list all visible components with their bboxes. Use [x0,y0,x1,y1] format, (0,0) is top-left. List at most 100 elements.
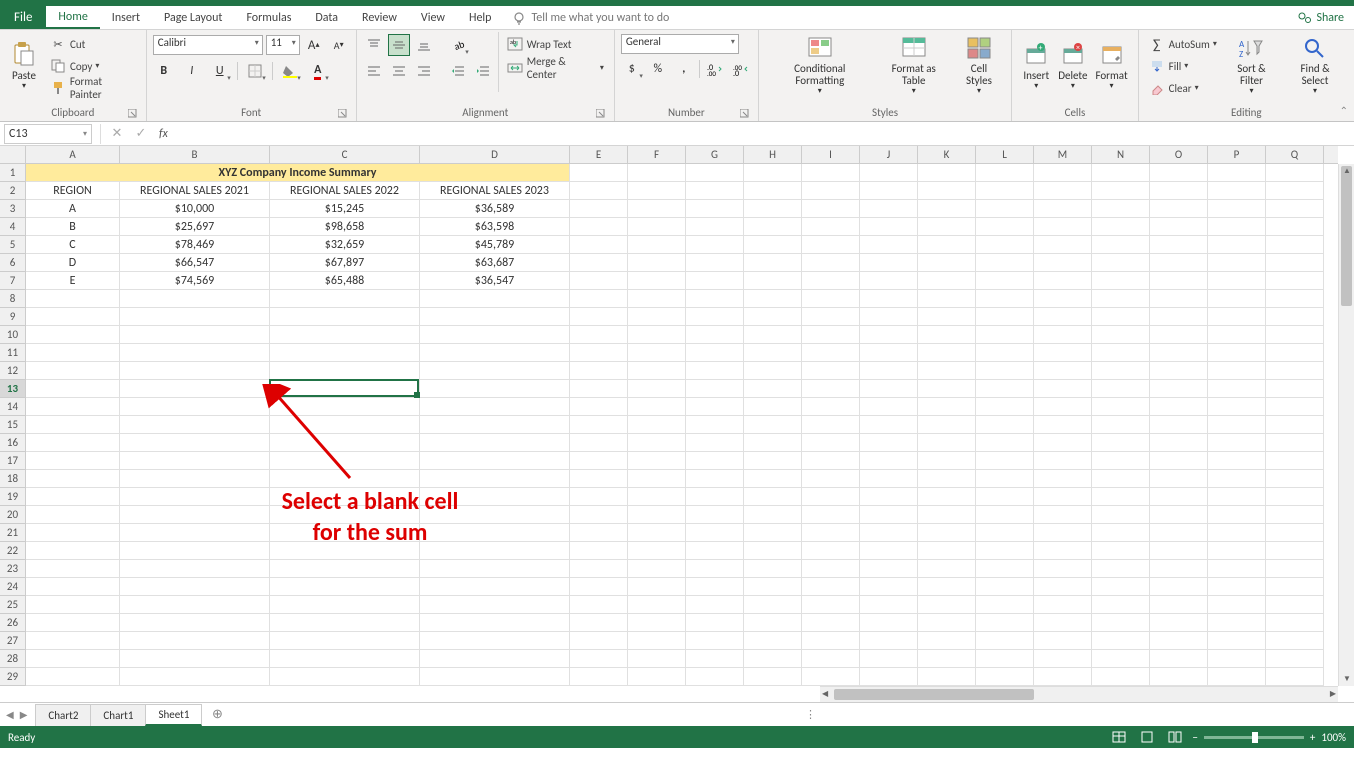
cell[interactable] [26,506,120,524]
cell[interactable]: $78,469 [120,236,270,254]
cell[interactable]: E [26,272,120,290]
cell[interactable] [1150,290,1208,308]
row-header[interactable]: 3 [0,200,25,218]
cell[interactable] [802,326,860,344]
cell[interactable] [686,434,744,452]
cell[interactable] [628,488,686,506]
row-header[interactable]: 26 [0,614,25,632]
column-header[interactable]: Q [1266,146,1324,163]
cell[interactable]: REGIONAL SALES 2021 [120,182,270,200]
cell[interactable] [1034,578,1092,596]
cell[interactable] [1266,434,1324,452]
cell[interactable] [1034,632,1092,650]
cell[interactable] [420,524,570,542]
sheet-nav-prev[interactable]: ◀ [6,708,14,721]
cell[interactable] [860,488,918,506]
cell[interactable] [1266,632,1324,650]
cell[interactable] [860,650,918,668]
cell[interactable] [1092,542,1150,560]
cell[interactable] [802,164,860,182]
cell[interactable]: XYZ Company Income Summary [26,164,570,182]
cell[interactable] [1150,326,1208,344]
cell[interactable] [270,362,420,380]
cell[interactable] [802,578,860,596]
cell[interactable] [802,272,860,290]
cell[interactable] [1266,344,1324,362]
cell[interactable] [686,578,744,596]
cell[interactable] [860,236,918,254]
tab-file[interactable]: File [0,6,46,29]
cell[interactable] [744,560,802,578]
cell[interactable] [120,362,270,380]
row-header[interactable]: 20 [0,506,25,524]
cell[interactable] [744,524,802,542]
tab-review[interactable]: Review [350,6,409,29]
cell[interactable] [1034,380,1092,398]
cell[interactable] [1034,488,1092,506]
increase-font-button[interactable]: A▴ [303,34,325,56]
cell[interactable] [1208,488,1266,506]
cell[interactable] [420,434,570,452]
cell[interactable] [744,326,802,344]
cell[interactable] [860,398,918,416]
cancel-formula-button[interactable]: ✕ [105,126,129,141]
cell[interactable] [570,506,628,524]
insert-cells-button[interactable]: + Insert▾ [1018,32,1054,98]
cell[interactable] [1266,362,1324,380]
cell[interactable] [976,200,1034,218]
cell[interactable]: $65,488 [270,272,420,290]
cell[interactable] [570,434,628,452]
cell[interactable] [1092,434,1150,452]
cell[interactable] [976,614,1034,632]
tab-home[interactable]: Home [46,6,99,29]
cell[interactable] [420,542,570,560]
cell[interactable] [420,362,570,380]
clipboard-dialog-launcher[interactable] [128,109,138,119]
cell[interactable] [270,434,420,452]
cell[interactable] [1092,380,1150,398]
column-header[interactable]: B [120,146,270,163]
cell[interactable] [918,398,976,416]
cell[interactable] [686,506,744,524]
cell[interactable] [1208,182,1266,200]
cell[interactable] [1092,236,1150,254]
cell[interactable] [1034,470,1092,488]
cell[interactable] [976,560,1034,578]
cell[interactable] [976,308,1034,326]
cell[interactable] [1092,290,1150,308]
cell[interactable] [860,596,918,614]
cell[interactable] [270,524,420,542]
cell[interactable] [802,470,860,488]
cell[interactable] [570,218,628,236]
cell[interactable] [686,614,744,632]
cell[interactable] [420,416,570,434]
enter-formula-button[interactable]: ✓ [129,126,153,141]
align-middle-button[interactable] [388,34,410,56]
row-header[interactable]: 23 [0,560,25,578]
cell[interactable] [120,614,270,632]
delete-cells-button[interactable]: × Delete▾ [1054,32,1091,98]
cell[interactable] [744,488,802,506]
cell[interactable] [1150,506,1208,524]
cell[interactable] [420,578,570,596]
cell[interactable] [1266,236,1324,254]
cell[interactable] [270,578,420,596]
cell[interactable] [420,488,570,506]
cell[interactable] [570,380,628,398]
cell[interactable] [270,560,420,578]
cell[interactable] [860,506,918,524]
cell[interactable] [976,596,1034,614]
cell[interactable] [918,290,976,308]
row-header[interactable]: 14 [0,398,25,416]
cell[interactable] [1034,254,1092,272]
cell[interactable] [1266,668,1324,686]
cell[interactable] [26,416,120,434]
cell[interactable] [270,380,420,398]
cell[interactable] [744,380,802,398]
row-header[interactable]: 10 [0,326,25,344]
cell[interactable] [26,632,120,650]
cell[interactable] [1150,596,1208,614]
column-header[interactable]: H [744,146,802,163]
cell[interactable] [918,614,976,632]
cell[interactable] [686,560,744,578]
